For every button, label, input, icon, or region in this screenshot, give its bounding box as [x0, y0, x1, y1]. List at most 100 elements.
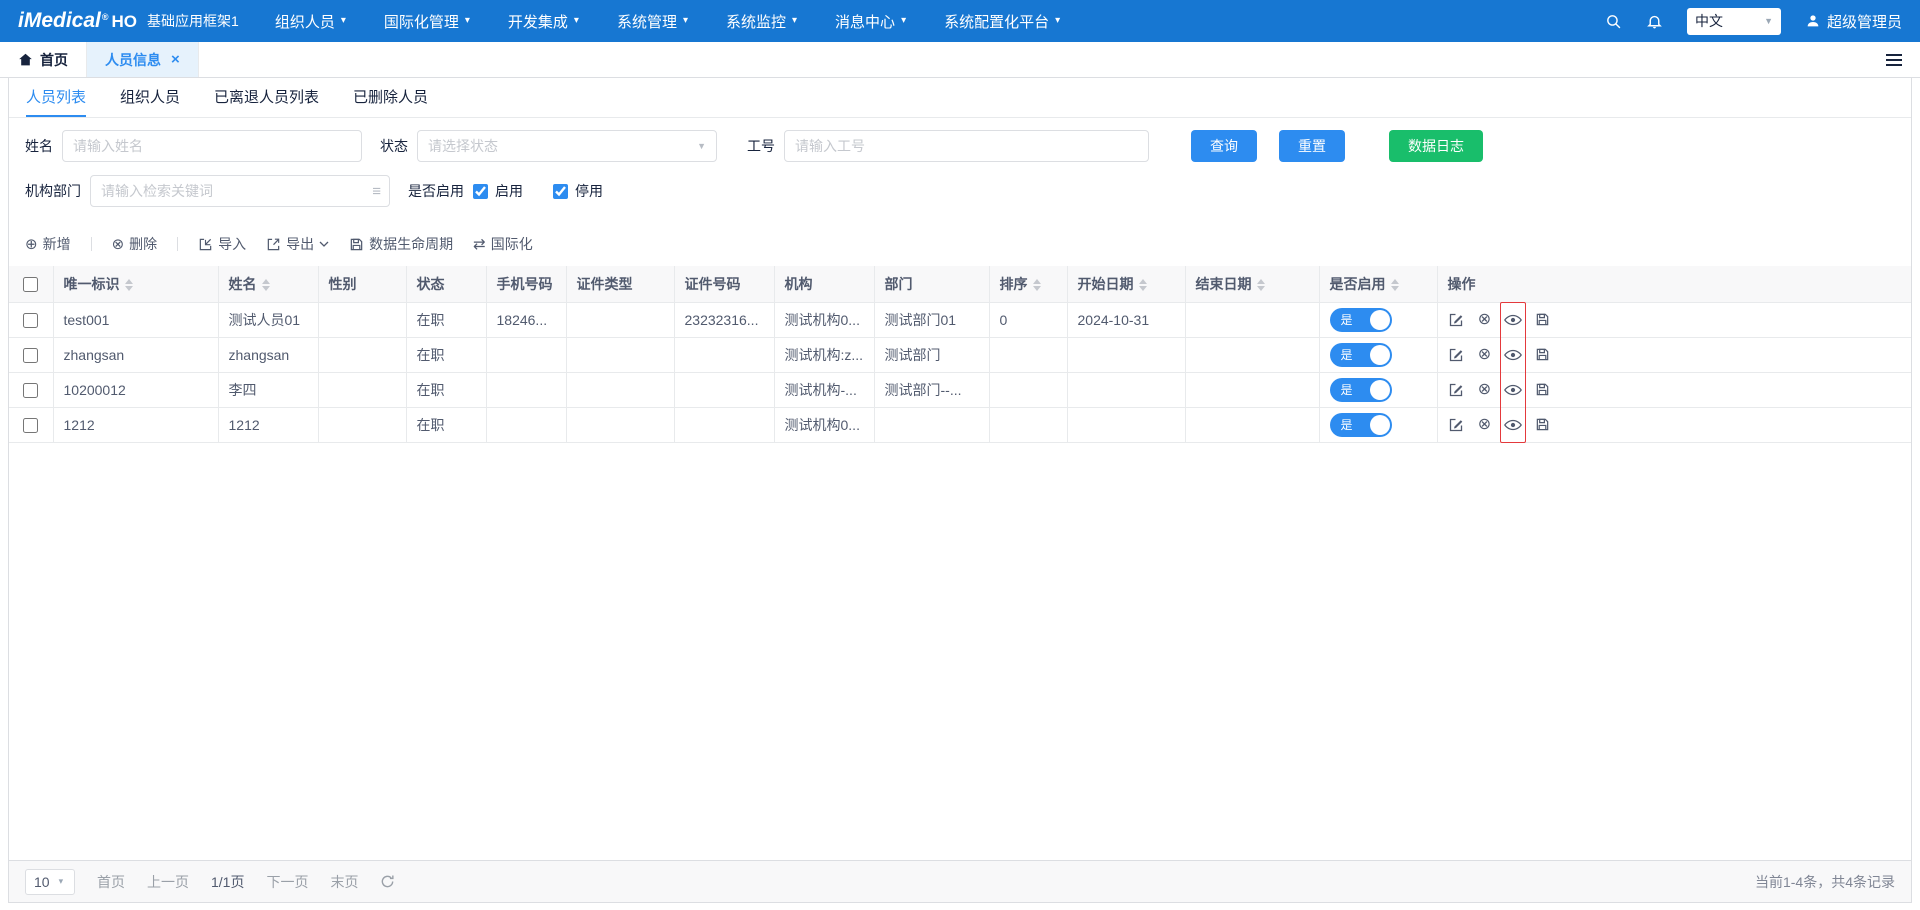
- name-input[interactable]: [62, 130, 362, 162]
- next-page-button[interactable]: 下一页: [266, 872, 308, 892]
- column-header[interactable]: 机构: [774, 266, 874, 302]
- log-icon[interactable]: [1532, 309, 1552, 331]
- menu-item[interactable]: 国际化管理 ▾: [384, 11, 470, 32]
- menu-item[interactable]: 系统配置化平台 ▾: [944, 11, 1060, 32]
- export-button[interactable]: 导出: [266, 234, 329, 254]
- edit-icon[interactable]: [1446, 379, 1466, 401]
- query-button[interactable]: 查询: [1191, 130, 1257, 162]
- status-select[interactable]: 请选择状态 ▼: [417, 130, 717, 162]
- import-icon: [198, 237, 213, 252]
- enabled-toggle[interactable]: 是: [1330, 308, 1392, 332]
- menu-item[interactable]: 开发集成 ▾: [508, 11, 579, 32]
- sort-icon[interactable]: [1391, 279, 1399, 291]
- cell-id-no: 23232316...: [674, 302, 774, 337]
- view-icon[interactable]: [1503, 379, 1523, 401]
- column-header[interactable]: 性别: [318, 266, 406, 302]
- column-header[interactable]: 是否启用: [1319, 266, 1437, 302]
- tab-home[interactable]: 首页: [0, 42, 87, 77]
- row-checkbox[interactable]: [23, 418, 38, 433]
- log-icon[interactable]: [1532, 414, 1552, 436]
- menu-item[interactable]: 消息中心 ▾: [835, 11, 906, 32]
- delete-icon[interactable]: ⊗: [1474, 344, 1494, 366]
- view-icon[interactable]: [1503, 309, 1523, 331]
- prev-page-button[interactable]: 上一页: [147, 872, 189, 892]
- cell-org: 测试机构0...: [774, 407, 874, 442]
- log-icon[interactable]: [1532, 344, 1552, 366]
- subtab[interactable]: 组织人员: [120, 78, 180, 117]
- menu-item[interactable]: 系统管理 ▾: [617, 11, 688, 32]
- subtab[interactable]: 人员列表: [26, 78, 86, 117]
- column-header[interactable]: 姓名: [218, 266, 318, 302]
- enabled-off-label: 停用: [575, 181, 603, 201]
- last-page-button[interactable]: 末页: [330, 872, 358, 892]
- delete-icon[interactable]: ⊗: [1474, 309, 1494, 331]
- sort-icon[interactable]: [125, 279, 133, 291]
- delete-icon[interactable]: ⊗: [1474, 379, 1494, 401]
- user-menu[interactable]: 超级管理员: [1805, 11, 1902, 32]
- enabled-toggle[interactable]: 是: [1330, 378, 1392, 402]
- first-page-button[interactable]: 首页: [97, 872, 125, 892]
- navbar-right: 中文 ▼ 超级管理员: [1605, 8, 1902, 35]
- delete-icon[interactable]: ⊗: [1474, 414, 1494, 436]
- search-icon[interactable]: [1605, 13, 1622, 30]
- column-header[interactable]: 操作: [1437, 266, 1911, 302]
- chevron-down-icon: ▾: [465, 16, 470, 26]
- column-header[interactable]: 状态: [406, 266, 486, 302]
- i18n-button[interactable]: ⇄ 国际化: [473, 234, 533, 254]
- cell-phone: [486, 407, 566, 442]
- enabled-on-checkbox[interactable]: 启用: [473, 181, 523, 201]
- tab-list-menu-icon[interactable]: [1868, 42, 1920, 77]
- enabled-on-checkbox-input[interactable]: [473, 184, 488, 199]
- column-header[interactable]: 证件类型: [566, 266, 674, 302]
- subtab[interactable]: 已删除人员: [353, 78, 428, 117]
- menu-item[interactable]: 系统监控 ▾: [726, 11, 797, 32]
- column-header[interactable]: 排序: [989, 266, 1067, 302]
- menu-item[interactable]: 组织人员 ▾: [275, 11, 346, 32]
- delete-button[interactable]: ⊗ 删除: [112, 234, 158, 254]
- page-size-select[interactable]: 10 ▾: [25, 869, 75, 895]
- subtab[interactable]: 已离退人员列表: [214, 78, 319, 117]
- edit-icon[interactable]: [1446, 309, 1466, 331]
- cell-sort: [989, 372, 1067, 407]
- add-button[interactable]: ⊕ 新增: [25, 234, 71, 254]
- sort-icon[interactable]: [1139, 279, 1147, 291]
- row-checkbox[interactable]: [23, 313, 38, 328]
- enabled-off-checkbox[interactable]: 停用: [553, 181, 603, 201]
- column-header-label: 部门: [885, 276, 913, 292]
- column-header[interactable]: 开始日期: [1067, 266, 1185, 302]
- refresh-icon[interactable]: [380, 874, 395, 889]
- close-icon[interactable]: ×: [171, 52, 180, 67]
- column-header[interactable]: 证件号码: [674, 266, 774, 302]
- enabled-toggle[interactable]: 是: [1330, 343, 1392, 367]
- job-number-input[interactable]: [784, 130, 1149, 162]
- tab-person-info[interactable]: 人员信息 ×: [87, 42, 199, 77]
- notification-bell-icon[interactable]: [1646, 13, 1663, 30]
- column-header[interactable]: 部门: [874, 266, 989, 302]
- cell-enabled: 是: [1319, 337, 1437, 372]
- column-header[interactable]: 手机号码: [486, 266, 566, 302]
- enabled-toggle[interactable]: 是: [1330, 413, 1392, 437]
- sort-icon[interactable]: [262, 279, 270, 291]
- edit-icon[interactable]: [1446, 344, 1466, 366]
- data-log-button[interactable]: 数据日志: [1389, 130, 1483, 162]
- org-dept-input[interactable]: [90, 175, 390, 207]
- edit-icon[interactable]: [1446, 414, 1466, 436]
- view-icon[interactable]: [1503, 344, 1523, 366]
- enabled-off-checkbox-input[interactable]: [553, 184, 568, 199]
- sort-icon[interactable]: [1257, 279, 1265, 291]
- language-select[interactable]: 中文 ▼: [1687, 8, 1781, 35]
- import-button[interactable]: 导入: [198, 234, 246, 254]
- row-checkbox[interactable]: [23, 383, 38, 398]
- data-lifecycle-button[interactable]: 数据生命周期: [349, 234, 453, 254]
- select-all-checkbox[interactable]: [23, 277, 38, 292]
- menu-item-label: 系统管理: [617, 11, 677, 32]
- row-checkbox[interactable]: [23, 348, 38, 363]
- sort-icon[interactable]: [1033, 279, 1041, 291]
- column-header[interactable]: 结束日期: [1185, 266, 1319, 302]
- column-header-label: 证件号码: [685, 276, 741, 292]
- log-icon[interactable]: [1532, 379, 1552, 401]
- list-icon[interactable]: ≡: [372, 184, 381, 199]
- column-header[interactable]: 唯一标识: [53, 266, 218, 302]
- view-icon[interactable]: [1503, 414, 1523, 436]
- reset-button[interactable]: 重置: [1279, 130, 1345, 162]
